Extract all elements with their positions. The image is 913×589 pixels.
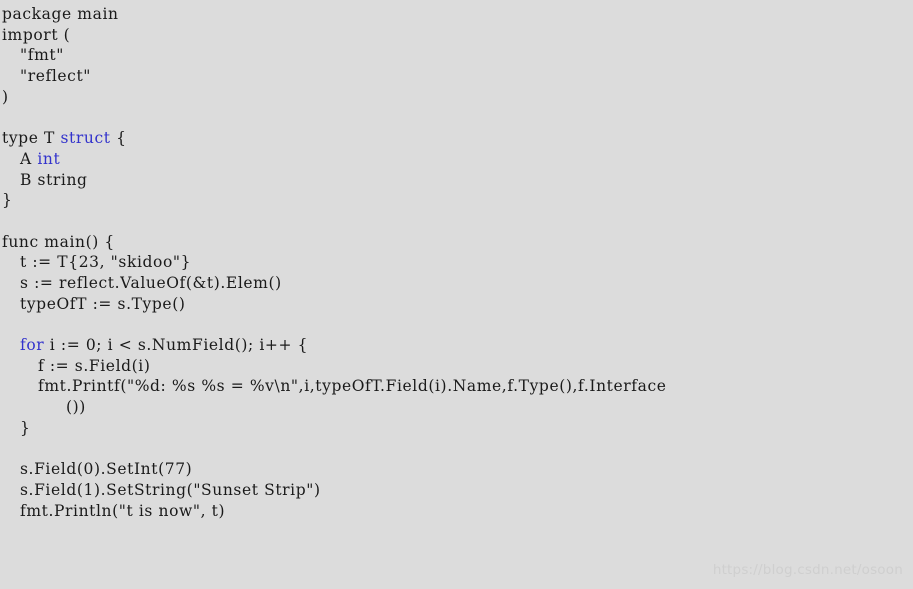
code-token: i := 0; i < s.NumField(); i++ { bbox=[44, 336, 309, 354]
code-token: ) bbox=[2, 87, 9, 106]
code-line: } bbox=[0, 418, 913, 439]
code-line: for i := 0; i < s.NumField(); i++ { bbox=[0, 335, 913, 356]
code-line: typeOfT := s.Type() bbox=[0, 294, 913, 315]
code-line: func main() { bbox=[0, 232, 913, 253]
code-line: ()) bbox=[0, 397, 913, 418]
code-token: type T bbox=[2, 129, 61, 148]
code-line: package main bbox=[0, 4, 913, 25]
code-token: func main() { bbox=[2, 232, 115, 251]
code-line: B string bbox=[0, 170, 913, 191]
code-line: "fmt" bbox=[0, 45, 913, 66]
code-token: ()) bbox=[66, 398, 86, 417]
code-token: f := s.Field(i) bbox=[38, 356, 151, 375]
code-token: "reflect" bbox=[20, 67, 92, 86]
code-line: s := reflect.ValueOf(&t).Elem() bbox=[0, 273, 913, 294]
code-token: fmt.Println("t is now", t) bbox=[20, 501, 226, 520]
code-token: A bbox=[20, 149, 38, 168]
code-token: "fmt" bbox=[20, 46, 64, 65]
code-token: package main bbox=[2, 5, 119, 23]
code-body: package main import ( "fmt" "reflect") type … bbox=[0, 4, 913, 521]
code-token: s.Field(0).SetInt(77) bbox=[20, 460, 193, 479]
code-token: } bbox=[2, 191, 13, 210]
code-keyword: int bbox=[37, 149, 61, 168]
code-line: ) bbox=[0, 87, 913, 108]
code-token: t := T{23, "skidoo"} bbox=[20, 253, 192, 272]
code-token: { bbox=[110, 129, 127, 148]
code-token: } bbox=[20, 418, 31, 437]
code-listing: package main import ( "fmt" "reflect") type … bbox=[0, 0, 913, 589]
code-line: f := s.Field(i) bbox=[0, 356, 913, 377]
code-keyword: struct bbox=[60, 129, 111, 148]
code-line: fmt.Println("t is now", t) bbox=[0, 501, 913, 522]
code-token: fmt.Printf("%d: %s %s = %v\n",i,typeOfT.… bbox=[38, 377, 667, 396]
code-token: typeOfT := s.Type() bbox=[20, 294, 186, 313]
code-token: s.Field(1).SetString("Sunset Strip") bbox=[20, 480, 321, 499]
watermark: https://blog.csdn.net/osoon bbox=[712, 562, 903, 578]
code-line: s.Field(0).SetInt(77) bbox=[0, 459, 913, 480]
code-line: } bbox=[0, 190, 913, 211]
code-token: import ( bbox=[2, 25, 71, 44]
code-line: s.Field(1).SetString("Sunset Strip") bbox=[0, 480, 913, 501]
code-line: "reflect" bbox=[0, 66, 913, 87]
code-line: A int bbox=[0, 149, 913, 170]
code-line: t := T{23, "skidoo"} bbox=[0, 252, 913, 273]
code-line: fmt.Printf("%d: %s %s = %v\n",i,typeOfT.… bbox=[0, 376, 913, 397]
code-line: type T struct { bbox=[0, 128, 913, 149]
code-token: s := reflect.ValueOf(&t).Elem() bbox=[20, 273, 282, 292]
code-keyword: for bbox=[20, 336, 45, 354]
code-token: B string bbox=[20, 170, 88, 189]
code-line: import ( bbox=[0, 25, 913, 46]
